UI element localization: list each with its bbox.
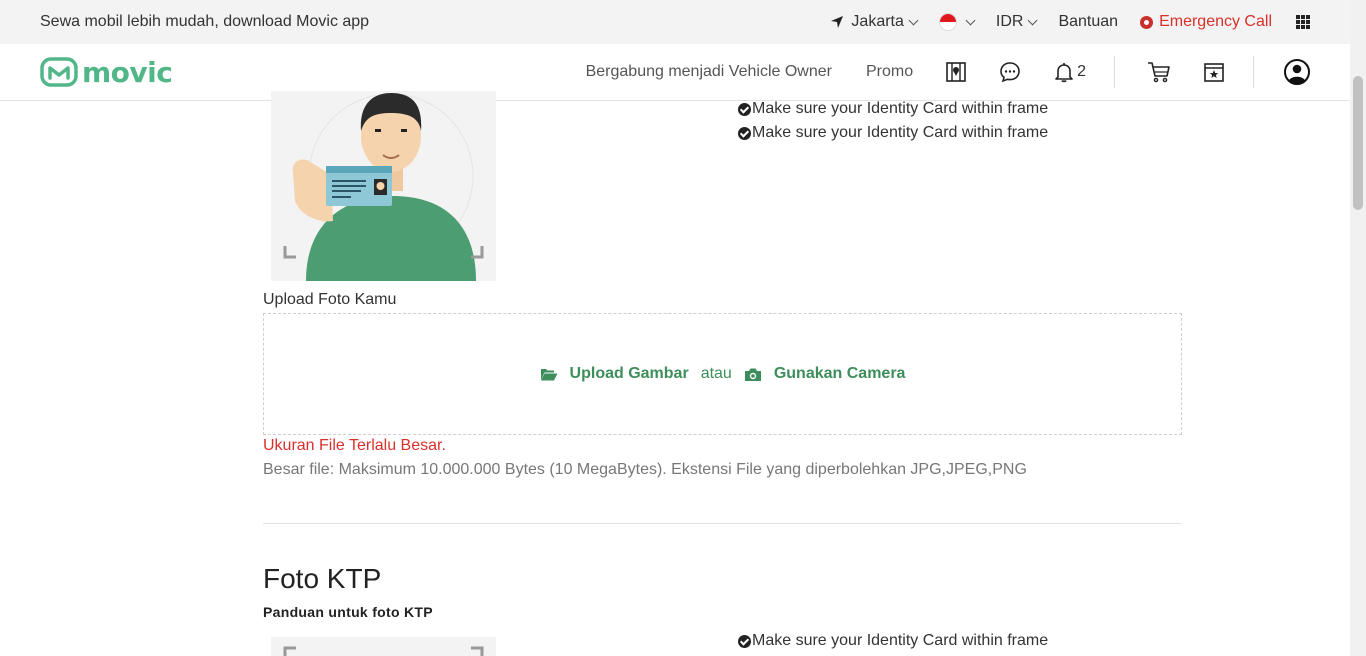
ktp-guide-illustration	[271, 637, 496, 656]
language-selector[interactable]	[938, 13, 976, 31]
notification-count: 2	[1077, 63, 1086, 80]
vehicle-owner-link[interactable]: Bergabung menjadi Vehicle Owner	[586, 63, 832, 81]
guide-check-item: Make sure your Identity Card within fram…	[738, 121, 1048, 145]
help-link[interactable]: Bantuan	[1058, 13, 1118, 31]
wishlist-button[interactable]	[1203, 61, 1225, 83]
file-requirements-hint: Besar file: Maksimum 10.000.000 Bytes (1…	[263, 461, 1027, 478]
download-app-link[interactable]: Sewa mobil lebih mudah, download Movic a…	[40, 13, 369, 31]
city-selector[interactable]: Jakarta	[830, 13, 919, 31]
guide-check-item: Make sure your Identity Card within fram…	[738, 97, 1048, 121]
chevron-down-icon	[1028, 15, 1038, 25]
chevron-down-icon	[908, 15, 919, 25]
section-divider	[263, 523, 1182, 524]
folder-open-icon	[540, 369, 558, 381]
selfie-guide-illustration	[271, 91, 496, 281]
promo-link[interactable]: Promo	[866, 63, 913, 81]
guide-check-text: Make sure your Identity Card within fram…	[752, 124, 1049, 141]
use-camera-label: Gunakan Camera	[773, 365, 906, 382]
emergency-call-link[interactable]: Emergency Call	[1140, 13, 1272, 31]
map-button[interactable]	[945, 61, 967, 83]
camera-icon	[744, 368, 761, 381]
profile-button[interactable]	[1284, 59, 1310, 85]
top-bar-actions: Jakarta IDR Bantuan Emergency Call	[808, 13, 1310, 31]
file-size-error: Ukuran File Terlalu Besar.	[263, 437, 446, 454]
main-navbar: movic Bergabung menjadi Vehicle Owner Pr…	[0, 44, 1350, 101]
bookmark-star-icon	[1204, 63, 1224, 82]
map-pin-icon	[946, 62, 966, 82]
location-arrow-icon	[831, 16, 844, 28]
chevron-down-icon	[965, 15, 976, 25]
guide-check-item: Make sure your Identity Card within fram…	[738, 629, 1048, 653]
ktp-guide-checklist: Make sure your Identity Card within fram…	[738, 629, 1048, 653]
photo-dropzone[interactable]: Upload Gambar atau Gunakan Camera	[263, 313, 1182, 435]
scrollbar-thumb[interactable]	[1353, 76, 1363, 210]
cart-icon	[1148, 62, 1170, 83]
chat-icon	[1000, 62, 1020, 83]
page-scrollbar[interactable]	[1350, 0, 1366, 656]
upload-photo-label: Upload Foto Kamu	[263, 291, 397, 308]
top-bar: Sewa mobil lebih mudah, download Movic a…	[0, 0, 1350, 44]
currency-selector[interactable]: IDR	[995, 13, 1038, 31]
chat-button[interactable]	[999, 61, 1021, 83]
cart-button[interactable]	[1147, 61, 1171, 83]
apps-menu-button[interactable]	[1296, 15, 1310, 29]
use-camera-button[interactable]: Gunakan Camera	[744, 365, 906, 383]
nav-divider	[1114, 56, 1115, 88]
city-label: Jakarta	[851, 13, 904, 30]
nav-divider	[1253, 56, 1254, 88]
user-avatar-icon	[1284, 59, 1310, 85]
check-circle-icon	[738, 102, 751, 116]
emergency-icon	[1140, 15, 1154, 29]
check-circle-icon	[738, 634, 751, 648]
emergency-label: Emergency Call	[1159, 13, 1272, 30]
currency-label: IDR	[995, 13, 1024, 30]
movic-logo[interactable]: movic	[40, 55, 173, 89]
ktp-section-title: Foto KTP	[263, 563, 382, 594]
logo-text: movic	[82, 55, 173, 89]
nav-menu: Bergabung menjadi Vehicle Owner Promo 2	[552, 56, 1310, 88]
upload-image-label: Upload Gambar	[569, 365, 689, 382]
person-holding-id-illustration	[283, 93, 484, 281]
guide-check-text: Make sure your Identity Card within fram…	[752, 632, 1049, 649]
movic-logo-icon	[40, 57, 78, 87]
frame-corner-icon	[283, 646, 484, 656]
indonesia-flag-icon	[938, 13, 957, 31]
help-label: Bantuan	[1058, 13, 1119, 30]
grid-icon	[1296, 15, 1310, 29]
bell-icon	[1055, 63, 1073, 83]
check-circle-icon	[738, 126, 751, 140]
guide-check-text: Make sure your Identity Card within fram…	[752, 100, 1049, 117]
notification-button[interactable]: 2	[1053, 61, 1086, 83]
selfie-guide-checklist: Make sure your Identity Card within fram…	[738, 97, 1048, 145]
or-separator: atau	[700, 365, 732, 382]
upload-image-button[interactable]: Upload Gambar	[540, 365, 689, 383]
ktp-section-subtitle: Panduan untuk foto KTP	[263, 604, 433, 620]
